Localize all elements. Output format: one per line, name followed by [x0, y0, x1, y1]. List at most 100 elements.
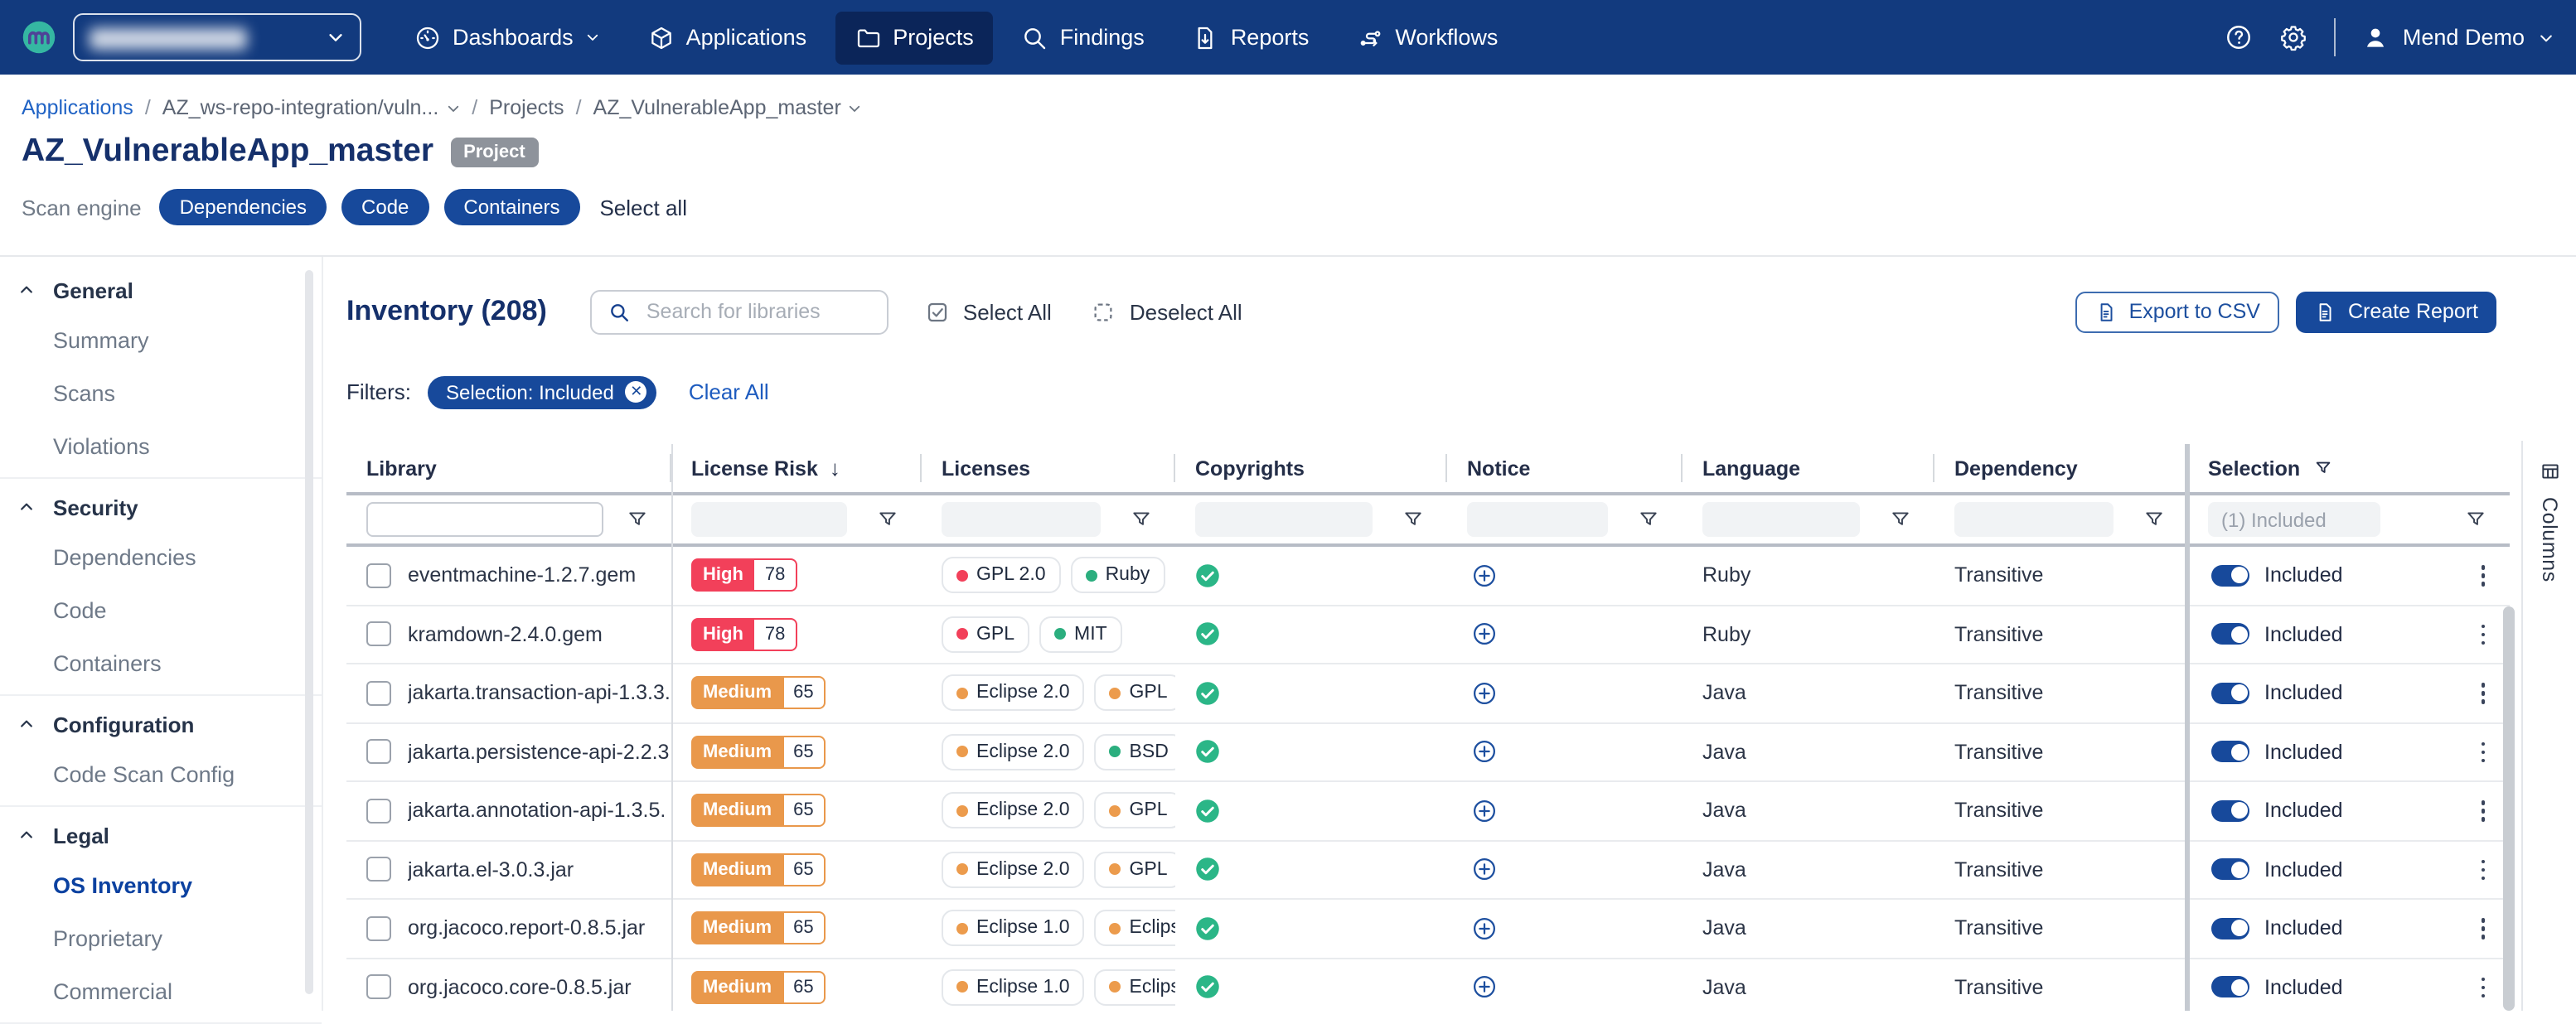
sidebar-section-configuration[interactable]: Configuration [0, 701, 322, 747]
sidebar-section-general[interactable]: General [0, 267, 322, 313]
sidebar-item-containers[interactable]: Containers [0, 636, 322, 689]
scan-engine-chip-dependencies[interactable]: Dependencies [160, 189, 327, 225]
sidebar-item-commercial[interactable]: Commercial [0, 964, 322, 1017]
notice-expand-icon[interactable] [1472, 916, 1497, 941]
scan-engine-select-all[interactable]: Select all [599, 195, 687, 220]
row-checkbox[interactable] [366, 740, 391, 765]
search-input[interactable] [643, 298, 870, 325]
sidebar-section-legal[interactable]: Legal [0, 812, 322, 858]
row-checkbox[interactable] [366, 622, 391, 647]
row-menu-kebab-icon[interactable] [2476, 913, 2490, 944]
sidebar-scrollbar[interactable] [305, 270, 313, 994]
create-report-button[interactable]: Create Report [2297, 291, 2496, 332]
sidebar-item-os-inventory[interactable]: OS Inventory [0, 858, 322, 911]
clear-all-link[interactable]: Clear All [689, 379, 769, 404]
selection-toggle[interactable] [2211, 800, 2249, 822]
column-header-dependency[interactable]: Dependency [1934, 444, 2188, 492]
notice-expand-icon[interactable] [1472, 681, 1497, 706]
notice-expand-icon[interactable] [1472, 563, 1497, 588]
column-header-licenses[interactable]: Licenses [922, 444, 1175, 492]
column-filter-field[interactable] [691, 502, 847, 537]
row-menu-kebab-icon[interactable] [2476, 795, 2490, 826]
user-menu[interactable]: Mend Demo [2363, 24, 2554, 51]
filter-funnel-icon[interactable] [2465, 509, 2486, 530]
column-header-language[interactable]: Language [1683, 444, 1934, 492]
deselect-all-button[interactable]: Deselect All [1092, 299, 1242, 324]
notice-expand-icon[interactable] [1472, 857, 1497, 882]
row-menu-kebab-icon[interactable] [2476, 854, 2490, 885]
columns-panel-tab[interactable]: Columns [2521, 441, 2576, 1011]
notice-expand-icon[interactable] [1472, 622, 1497, 647]
row-checkbox[interactable] [366, 799, 391, 824]
selection-toggle[interactable] [2211, 859, 2249, 881]
sidebar-item-summary[interactable]: Summary [0, 313, 322, 366]
filter-chip-selection-included[interactable]: Selection: Included ✕ [428, 375, 657, 408]
selection-toggle[interactable] [2211, 741, 2249, 763]
column-filter-field[interactable] [1467, 502, 1608, 537]
column-filter-field[interactable] [1702, 502, 1860, 537]
nav-item-reports[interactable]: Reports [1173, 11, 1329, 64]
column-header-library[interactable]: Library [346, 444, 671, 492]
row-checkbox[interactable] [366, 857, 391, 882]
row-menu-kebab-icon[interactable] [2476, 737, 2490, 767]
sidebar-item-scans[interactable]: Scans [0, 366, 322, 419]
org-selector[interactable] [73, 13, 361, 61]
export-csv-button[interactable]: Export to CSV [2076, 291, 2280, 332]
scan-engine-chip-code[interactable]: Code [341, 189, 429, 225]
column-filter-field[interactable] [1195, 502, 1373, 537]
help-icon[interactable] [2225, 23, 2254, 51]
select-all-button[interactable]: Select All [925, 299, 1052, 324]
breadcrumb-item-az-vulnerableapp-master[interactable]: AZ_VulnerableApp_master [593, 96, 863, 119]
selection-toggle[interactable] [2211, 918, 2249, 939]
scan-engine-chip-containers[interactable]: Containers [443, 189, 579, 225]
sidebar-section-security[interactable]: Security [0, 484, 322, 530]
row-checkbox[interactable] [366, 975, 391, 1000]
nav-item-applications[interactable]: Applications [628, 11, 827, 64]
filter-funnel-icon[interactable] [1638, 509, 1659, 530]
selection-toggle[interactable] [2211, 565, 2249, 587]
column-header-selection[interactable]: Selection [2188, 444, 2510, 492]
filter-funnel-icon[interactable] [1131, 509, 1152, 530]
filter-funnel-icon[interactable] [1890, 509, 1911, 530]
filter-funnel-icon[interactable] [627, 509, 648, 530]
sidebar-item-dependencies[interactable]: Dependencies [0, 530, 322, 583]
sidebar-item-proprietary[interactable]: Proprietary [0, 911, 322, 964]
library-filter-input[interactable] [366, 502, 603, 537]
column-header-license-risk[interactable]: License Risk↓ [671, 444, 922, 492]
filter-funnel-icon[interactable] [1402, 509, 1424, 530]
row-checkbox[interactable] [366, 563, 391, 588]
row-menu-kebab-icon[interactable] [2476, 560, 2490, 591]
column-filter-field[interactable] [942, 502, 1101, 537]
gear-icon[interactable] [2280, 23, 2308, 51]
breadcrumb-item-projects[interactable]: Projects [489, 96, 564, 119]
selection-toggle[interactable] [2211, 683, 2249, 704]
notice-expand-icon[interactable] [1472, 975, 1497, 1000]
filter-funnel-icon[interactable] [2143, 509, 2165, 530]
selection-filter-value[interactable]: (1) Included [2208, 502, 2380, 537]
breadcrumb-item-az-ws-repo-integration-vuln[interactable]: AZ_ws-repo-integration/vuln... [162, 96, 461, 119]
nav-item-dashboards[interactable]: Dashboards [395, 11, 620, 64]
sidebar-item-code[interactable]: Code [0, 583, 322, 636]
sidebar-item-violations[interactable]: Violations [0, 419, 322, 472]
column-header-notice[interactable]: Notice [1447, 444, 1683, 492]
notice-expand-icon[interactable] [1472, 799, 1497, 824]
selection-toggle[interactable] [2211, 977, 2249, 998]
nav-item-projects[interactable]: Projects [835, 11, 994, 64]
sidebar-item-code-scan-config[interactable]: Code Scan Config [0, 747, 322, 800]
breadcrumb-item-applications[interactable]: Applications [22, 96, 133, 119]
table-vertical-scrollbar[interactable] [2503, 606, 2515, 1011]
row-checkbox[interactable] [366, 916, 391, 941]
filter-funnel-icon[interactable] [877, 509, 898, 530]
mend-logo-icon[interactable] [22, 20, 56, 55]
row-menu-kebab-icon[interactable] [2476, 972, 2490, 1002]
column-header-copyrights[interactable]: Copyrights [1175, 444, 1447, 492]
row-menu-kebab-icon[interactable] [2476, 619, 2490, 650]
notice-expand-icon[interactable] [1472, 740, 1497, 765]
selection-toggle[interactable] [2211, 624, 2249, 645]
nav-item-findings[interactable]: Findings [1002, 11, 1165, 64]
row-checkbox[interactable] [366, 681, 391, 706]
column-filter-field[interactable] [1954, 502, 2114, 537]
row-menu-kebab-icon[interactable] [2476, 678, 2490, 708]
nav-item-workflows[interactable]: Workflows [1337, 11, 1518, 64]
remove-filter-icon[interactable]: ✕ [626, 381, 647, 403]
